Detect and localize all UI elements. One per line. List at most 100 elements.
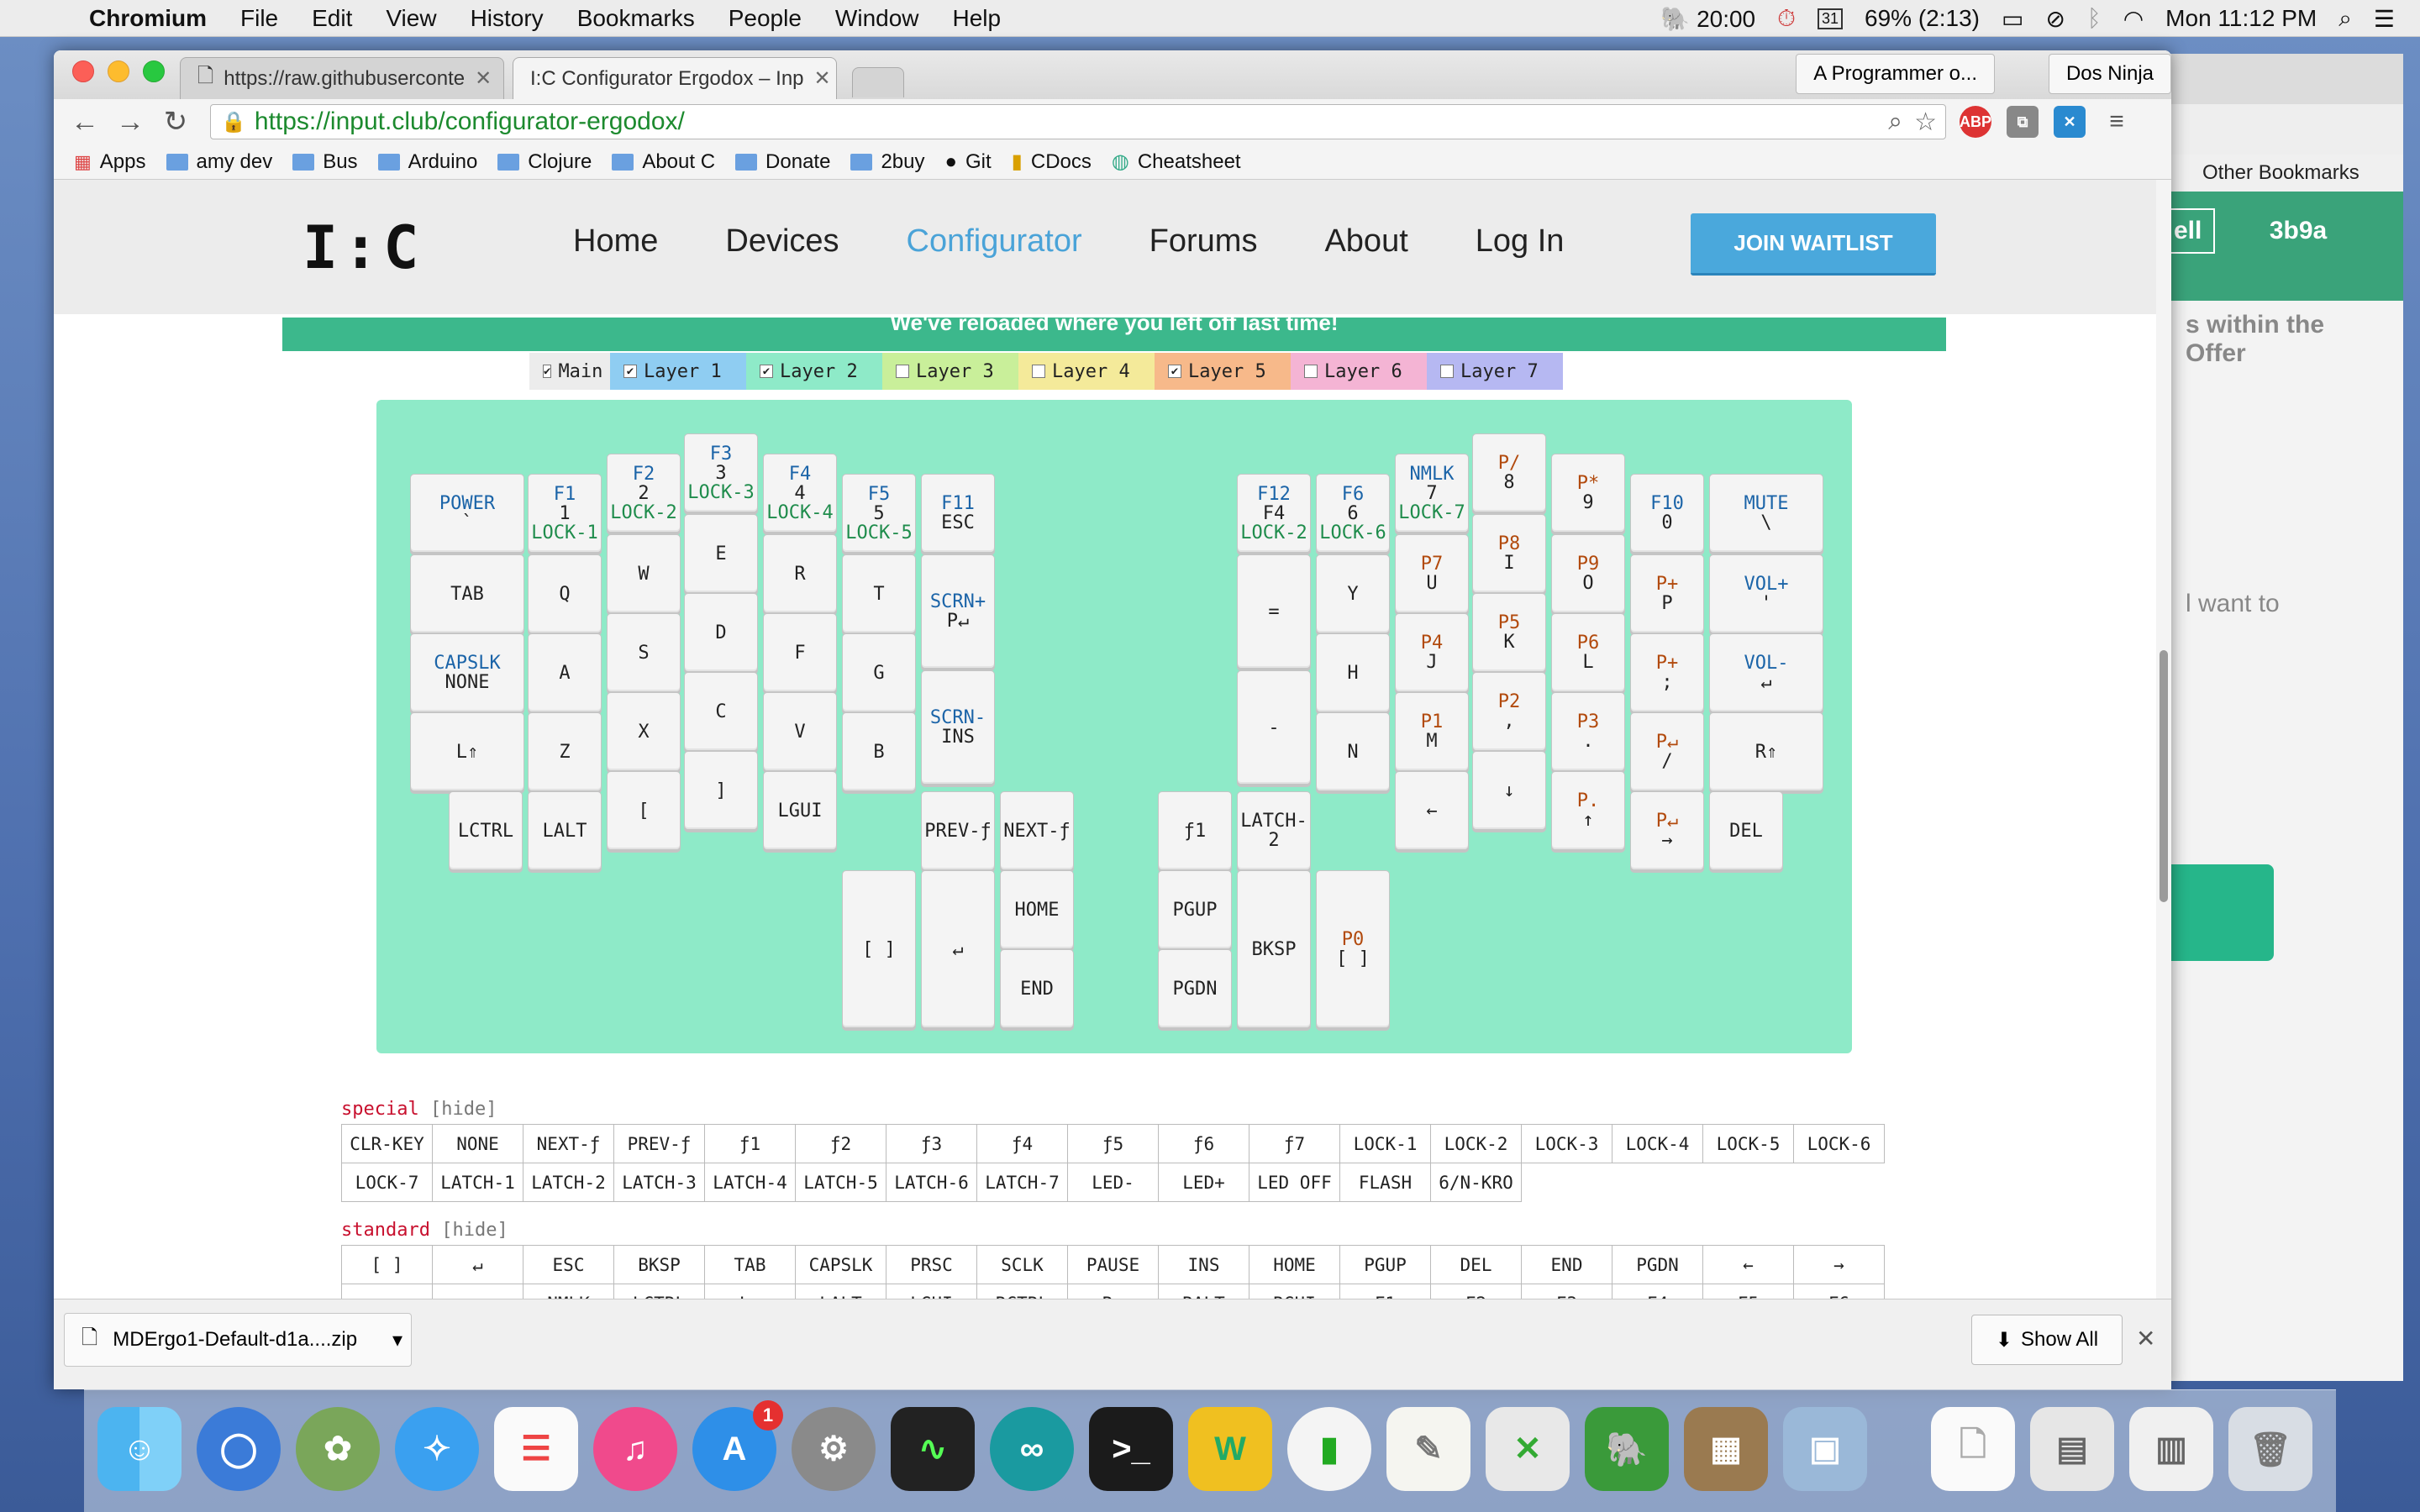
- menu-app-name[interactable]: Chromium: [89, 5, 207, 32]
- battery-status[interactable]: 69% (2:13): [1865, 5, 1980, 32]
- key-72[interactable]: PGUP: [1158, 870, 1232, 949]
- key-29[interactable]: [: [607, 771, 681, 850]
- key-57[interactable]: VOL- ↵: [1709, 633, 1823, 712]
- key-61[interactable]: P2,: [1472, 672, 1546, 751]
- key-63[interactable]: P↵ /: [1630, 712, 1704, 791]
- nav-configurator[interactable]: Configurator: [907, 223, 1082, 260]
- tab-raw-github[interactable]: 🗋 https://raw.githubuserconte ✕: [180, 57, 504, 99]
- safari-icon[interactable]: ✧: [395, 1407, 479, 1491]
- key-68[interactable]: P↵ →: [1630, 791, 1704, 870]
- key-option-cell[interactable]: FLASH: [1339, 1163, 1431, 1202]
- key-37[interactable]: END: [1000, 949, 1074, 1028]
- key-19[interactable]: G: [842, 633, 916, 712]
- key-71[interactable]: LATCH-2: [1237, 791, 1311, 870]
- key-option-cell[interactable]: ƒ6: [1158, 1124, 1249, 1163]
- key-67[interactable]: P. ↑: [1551, 771, 1625, 850]
- key-65[interactable]: ←: [1395, 771, 1469, 850]
- key-25[interactable]: V: [763, 692, 837, 771]
- tor-browser-icon[interactable]: ✿: [296, 1407, 380, 1491]
- page-scrollbar[interactable]: [2156, 180, 2171, 1299]
- key-31[interactable]: LGUI: [763, 771, 837, 850]
- nav-login[interactable]: Log In: [1476, 223, 1565, 260]
- key-59[interactable]: N: [1316, 712, 1390, 791]
- menu-window[interactable]: Window: [835, 5, 919, 32]
- key-option-cell[interactable]: LED OFF: [1249, 1163, 1340, 1202]
- bg-bookmark-other[interactable]: Other Bookmarks: [2152, 155, 2403, 192]
- xmind-icon[interactable]: ✕: [2054, 106, 2086, 138]
- key-22[interactable]: Z: [528, 712, 602, 791]
- key-option-cell[interactable]: NEXT-ƒ: [523, 1124, 614, 1163]
- layer-checkbox[interactable]: [1304, 365, 1318, 378]
- key-62[interactable]: P3.: [1551, 692, 1625, 771]
- key-option-cell[interactable]: LATCH-4: [704, 1163, 796, 1202]
- standard-hide-link[interactable]: [hide]: [441, 1220, 508, 1241]
- document-icon[interactable]: 🗋: [1931, 1407, 2015, 1491]
- key-66[interactable]: ↓: [1472, 751, 1546, 830]
- key-option-cell[interactable]: LATCH-5: [795, 1163, 886, 1202]
- key-41[interactable]: P/8: [1472, 433, 1546, 512]
- bookmark-clojure[interactable]: Clojure: [497, 150, 592, 174]
- key-option-cell[interactable]: →: [1793, 1245, 1885, 1284]
- key-30[interactable]: ]: [684, 751, 758, 830]
- key-3[interactable]: F3 3 LOCK-3: [684, 433, 758, 512]
- key-option-cell[interactable]: DEL: [1430, 1245, 1522, 1284]
- textedit-icon[interactable]: ✎: [1386, 1407, 1470, 1491]
- join-waitlist-button[interactable]: JOIN WAITLIST: [1691, 213, 1936, 276]
- bookmark-bus[interactable]: Bus: [292, 150, 358, 174]
- menu-icon[interactable]: ≡: [2101, 106, 2133, 138]
- star-icon[interactable]: ☆: [1914, 108, 1937, 137]
- key-69[interactable]: DEL: [1709, 791, 1783, 870]
- key-option-cell[interactable]: ƒ4: [976, 1124, 1068, 1163]
- key-option-cell[interactable]: RCTRL: [976, 1284, 1068, 1299]
- key-option-cell[interactable]: PREV-ƒ: [613, 1124, 705, 1163]
- bookmark-about-c[interactable]: About C: [612, 150, 715, 174]
- close-download-shelf-icon[interactable]: ✕: [2136, 1325, 2155, 1352]
- key-option-cell[interactable]: LATCH-2: [523, 1163, 614, 1202]
- key-option-cell[interactable]: PRSC: [886, 1245, 977, 1284]
- key-option-cell[interactable]: BKSP: [613, 1245, 705, 1284]
- key-33[interactable]: NEXT-ƒ: [1000, 791, 1074, 870]
- key-50[interactable]: P+ P: [1630, 554, 1704, 633]
- key-9[interactable]: W: [607, 534, 681, 613]
- key-0[interactable]: POWER `: [410, 474, 524, 553]
- bookmark-cheatsheet[interactable]: ◍ Cheatsheet: [1112, 150, 1241, 174]
- key-option-cell[interactable]: SCLK: [976, 1245, 1068, 1284]
- key-43[interactable]: F10 0: [1630, 474, 1704, 553]
- key-26[interactable]: B: [842, 712, 916, 791]
- key-option-cell[interactable]: LOCK-1: [1339, 1124, 1431, 1163]
- reload-icon[interactable]: ↻: [153, 105, 198, 139]
- layer-checkbox[interactable]: ✔: [543, 365, 552, 378]
- layer-checkbox[interactable]: ✔: [623, 365, 637, 378]
- zoom-icon[interactable]: ⌕: [1888, 108, 1902, 137]
- chromium-icon[interactable]: ◯: [197, 1407, 281, 1491]
- battery-app-icon[interactable]: ▮: [1287, 1407, 1371, 1491]
- key-option-cell[interactable]: ƒ2: [795, 1124, 886, 1163]
- bookmark-donate[interactable]: Donate: [735, 150, 830, 174]
- key-52[interactable]: H: [1316, 633, 1390, 712]
- itunes-icon[interactable]: ♫: [593, 1407, 677, 1491]
- site-logo[interactable]: I:C: [302, 213, 424, 282]
- finder-icon[interactable]: ☺: [97, 1407, 182, 1491]
- layer-tab-6[interactable]: Layer 6: [1291, 353, 1427, 390]
- activity-monitor-icon[interactable]: ∿: [891, 1407, 975, 1491]
- layer-checkbox[interactable]: ✔: [760, 365, 773, 378]
- calendar-icon[interactable]: 31: [1817, 8, 1844, 29]
- key-20[interactable]: SCRN- INS: [921, 670, 995, 785]
- key-23[interactable]: X: [607, 692, 681, 771]
- menu-edit[interactable]: Edit: [312, 5, 352, 32]
- key-48[interactable]: P8 I: [1472, 514, 1546, 593]
- key-60[interactable]: P1 M: [1395, 692, 1469, 771]
- key-15[interactable]: A: [528, 633, 602, 712]
- key-option-cell[interactable]: LOCK-5: [1702, 1124, 1794, 1163]
- layer-checkbox[interactable]: ✔: [1168, 365, 1181, 378]
- key-option-cell[interactable]: RGUI: [1249, 1284, 1340, 1299]
- key-11[interactable]: R: [763, 534, 837, 613]
- key-option-cell[interactable]: R⇑: [1067, 1284, 1159, 1299]
- key-13[interactable]: SCRN+ P↵: [921, 554, 995, 669]
- close-tab-icon[interactable]: ✕: [475, 66, 492, 91]
- bookmark-git[interactable]: ● Git: [944, 150, 991, 174]
- extension-icon[interactable]: ⧉: [2007, 106, 2039, 138]
- key-4[interactable]: F4 4 LOCK-4: [763, 454, 837, 533]
- nav-about[interactable]: About: [1324, 223, 1407, 260]
- key-option-cell[interactable]: LGUI: [886, 1284, 977, 1299]
